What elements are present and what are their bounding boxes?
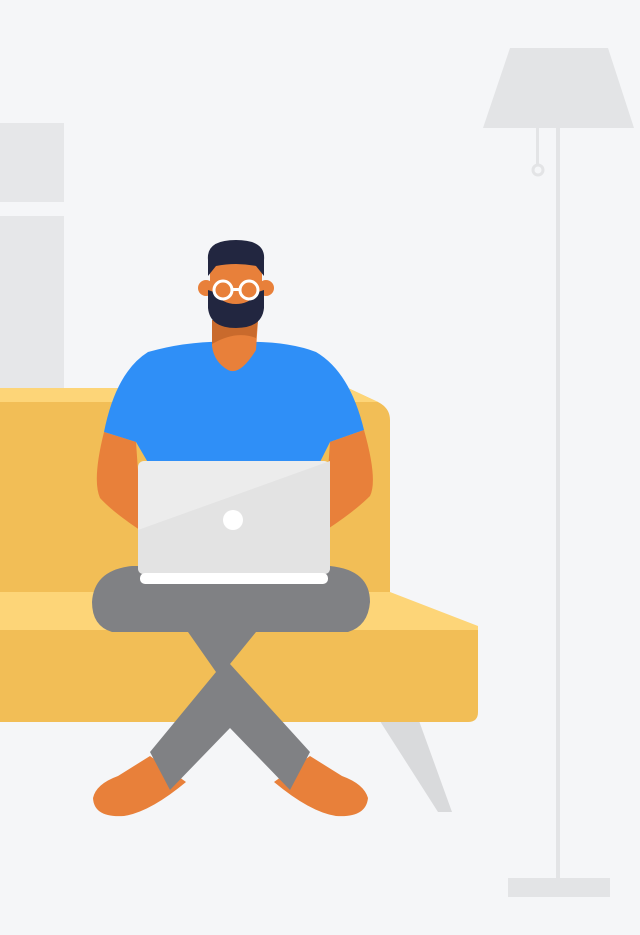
laptop-logo [223, 510, 243, 530]
wall-panel-top [0, 123, 64, 202]
wall-panel-bottom [0, 216, 64, 396]
lamp-pull-cord [536, 128, 539, 164]
glasses-bridge [232, 288, 240, 291]
lamp-pole [556, 128, 560, 880]
lamp-base [508, 878, 610, 897]
laptop-icon [138, 461, 330, 584]
illustration-scene [0, 0, 640, 935]
laptop-base [140, 573, 328, 584]
